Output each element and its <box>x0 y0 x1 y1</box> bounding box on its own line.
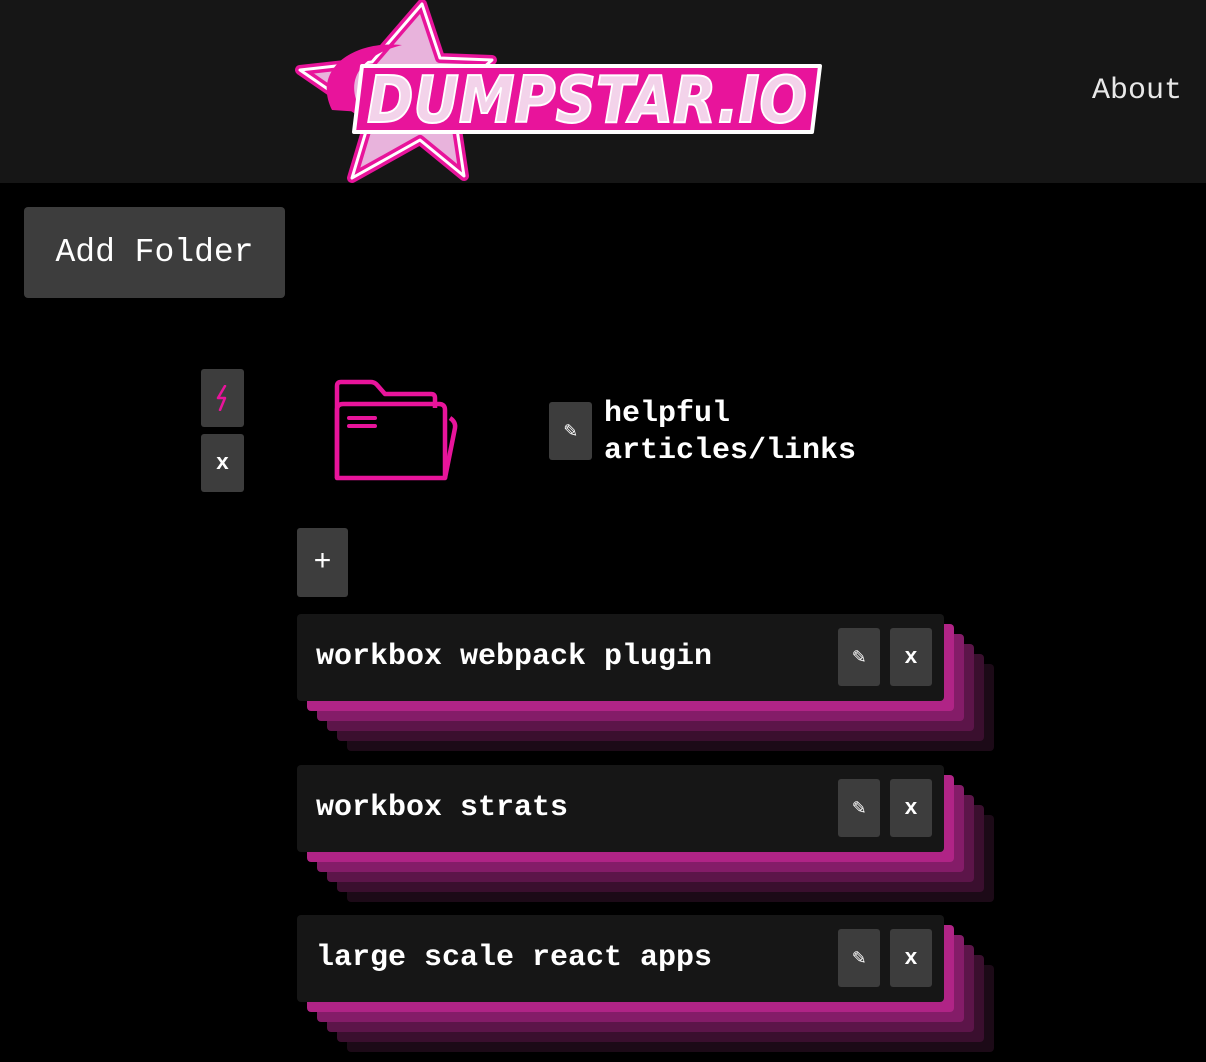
folder-bolt-button[interactable] <box>201 369 244 427</box>
link-delete-button[interactable]: x <box>890 929 932 987</box>
link-card-face: large scale react apps ✎ x <box>297 915 944 1002</box>
link-card[interactable]: workbox strats ✎ x <box>297 765 994 902</box>
link-title[interactable]: large scale react apps <box>316 915 712 1002</box>
logo-wordmark: DUMPSTAR.IO <box>367 64 807 138</box>
folder-icon <box>334 379 458 481</box>
link-title[interactable]: workbox strats <box>316 765 568 852</box>
bolt-icon <box>216 385 226 411</box>
folder-edit-button[interactable]: ✎ <box>549 402 592 460</box>
link-title[interactable]: workbox webpack plugin <box>316 614 712 701</box>
link-edit-button[interactable]: ✎ <box>838 628 880 686</box>
link-card[interactable]: large scale react apps ✎ x <box>297 915 994 1052</box>
pencil-icon: ✎ <box>852 796 866 821</box>
link-delete-button[interactable]: x <box>890 779 932 837</box>
add-link-button[interactable]: + <box>297 528 348 597</box>
link-card[interactable]: workbox webpack plugin ✎ x <box>297 614 994 751</box>
folder-name: helpful articles/links <box>604 397 857 468</box>
pencil-icon: ✎ <box>563 419 578 444</box>
link-card-face: workbox webpack plugin ✎ x <box>297 614 944 701</box>
link-card-face: workbox strats ✎ x <box>297 765 944 852</box>
dumpstar-logo[interactable]: DUMPSTAR.IO <box>292 0 832 186</box>
pencil-icon: ✎ <box>852 645 866 670</box>
top-bar: DUMPSTAR.IO About <box>0 0 1206 183</box>
about-link[interactable]: About <box>1092 74 1182 108</box>
link-edit-button[interactable]: ✎ <box>838 779 880 837</box>
add-folder-button[interactable]: Add Folder <box>24 207 285 298</box>
pencil-icon: ✎ <box>852 946 866 971</box>
link-edit-button[interactable]: ✎ <box>838 929 880 987</box>
folder-delete-button[interactable]: x <box>201 434 244 492</box>
link-delete-button[interactable]: x <box>890 628 932 686</box>
